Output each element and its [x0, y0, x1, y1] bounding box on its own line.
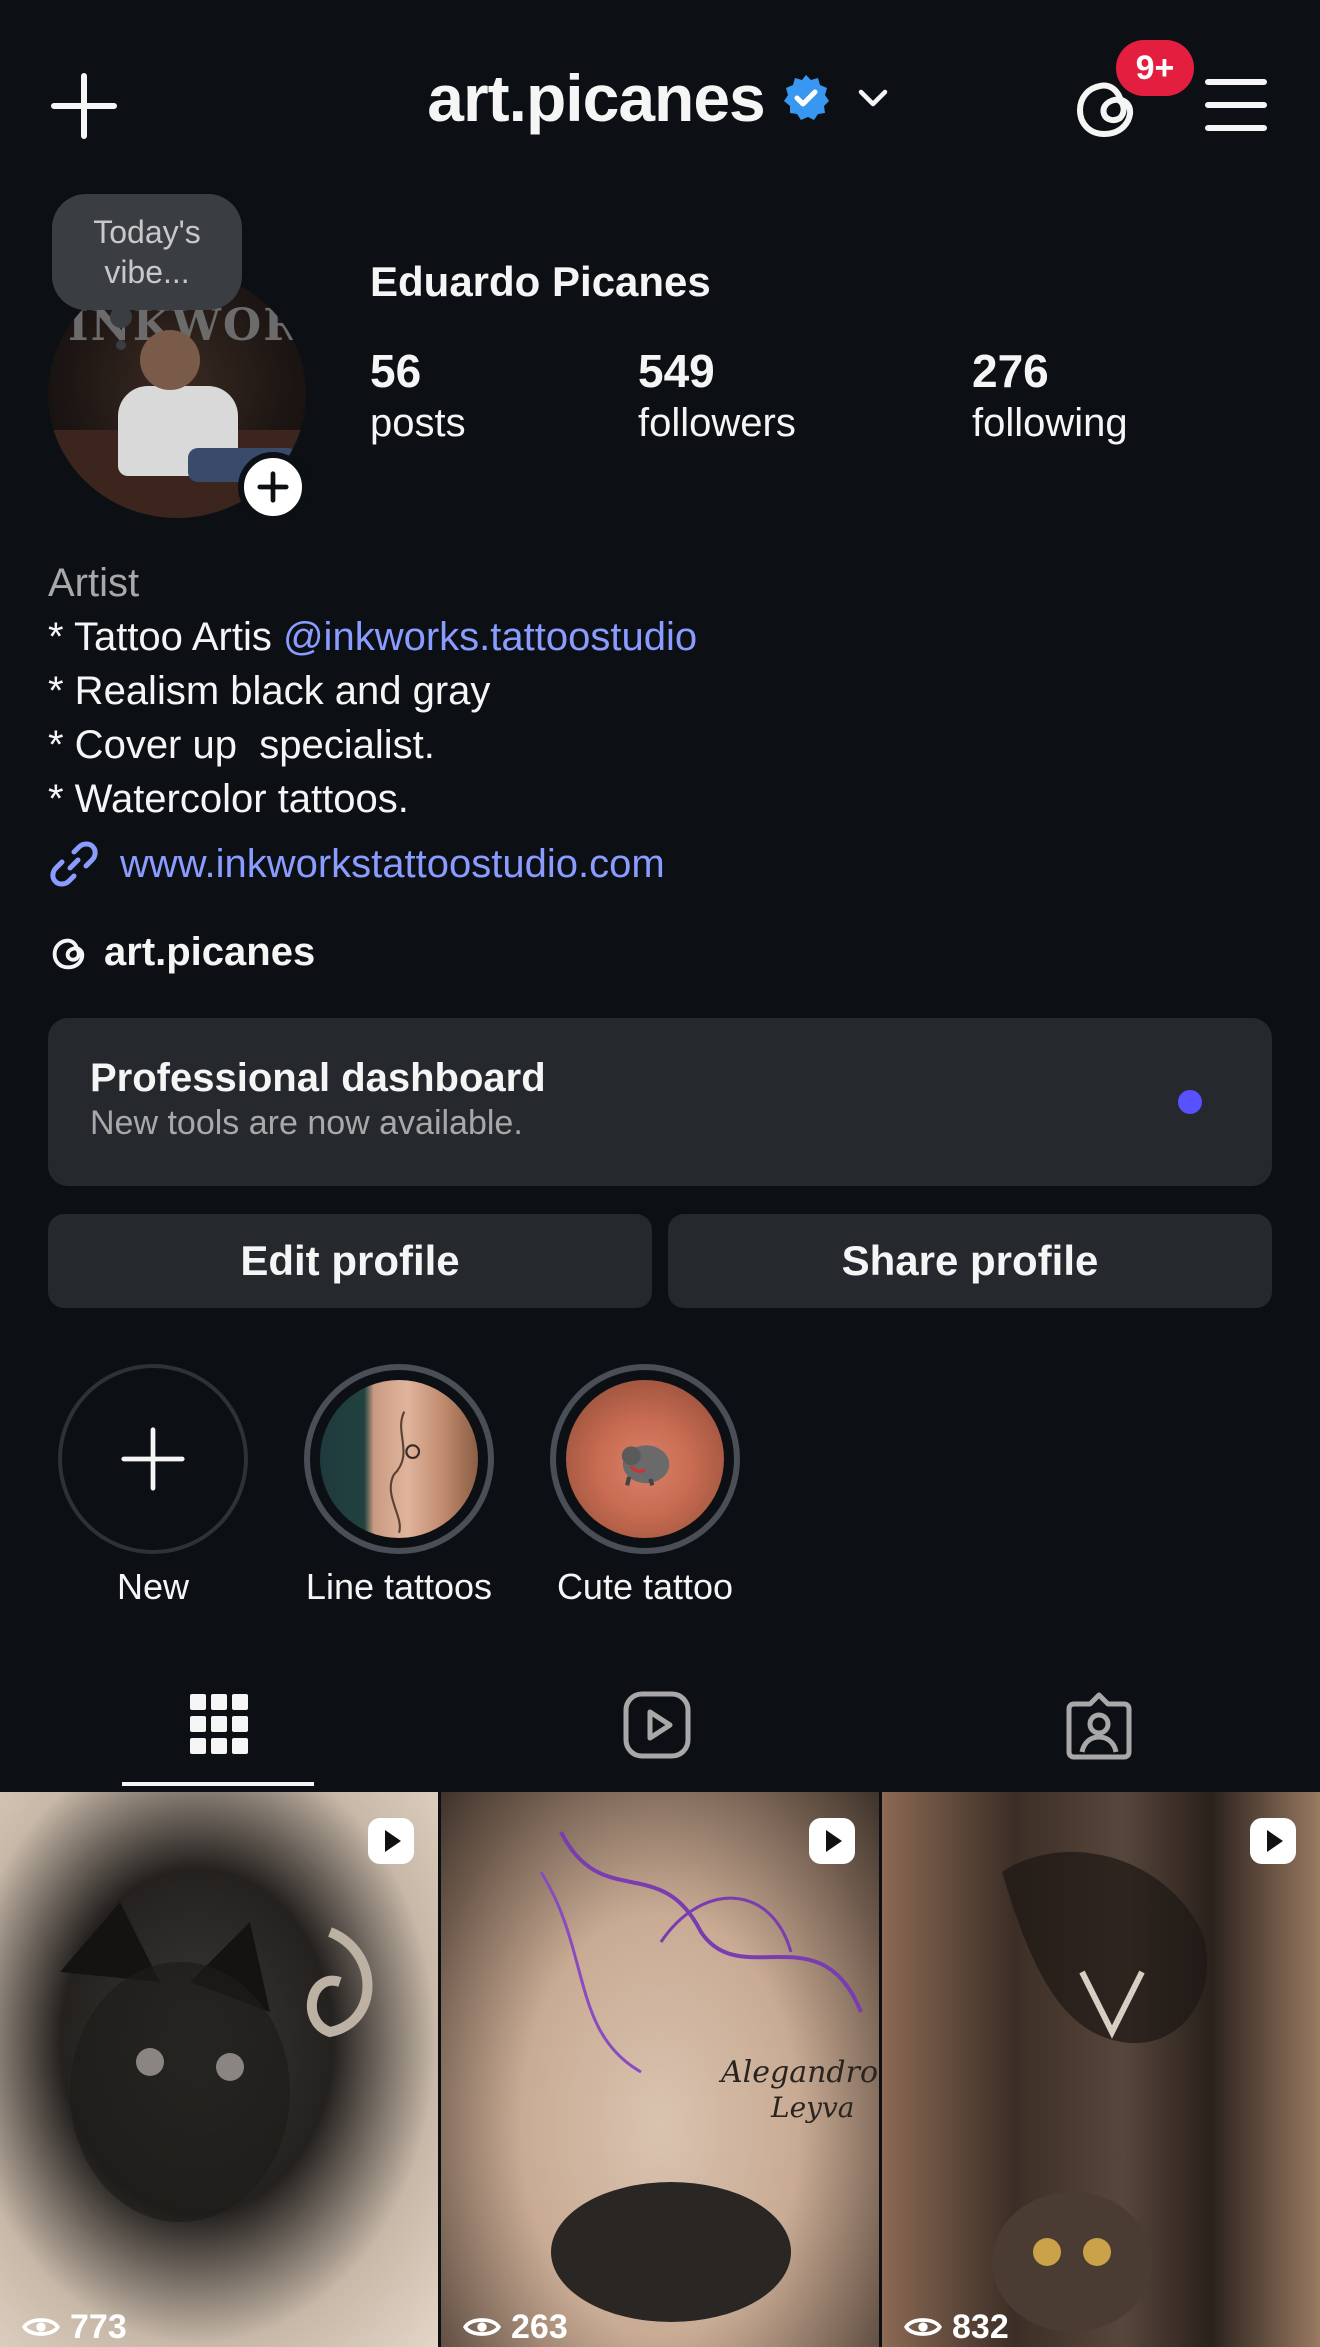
grid-post[interactable]: 832	[882, 1792, 1320, 2347]
view-count: 263	[463, 2307, 568, 2347]
website-link-text: www.inkworkstattoostudio.com	[120, 841, 665, 886]
link-icon	[50, 841, 98, 887]
tab-reels[interactable]	[622, 1690, 692, 1760]
view-count-text: 832	[952, 2307, 1009, 2346]
stat-label: following	[972, 401, 1128, 445]
reel-icon	[807, 1816, 857, 1866]
note-bubble-tail	[116, 340, 126, 350]
post-thumbnail: Alegandro Leyva	[441, 1792, 879, 2347]
avatar-person-head	[140, 330, 200, 390]
menu-icon[interactable]	[1204, 76, 1268, 134]
plus-icon	[121, 1427, 185, 1491]
bio-line: * Tattoo Artis @inkworks.tattoostudio	[48, 610, 697, 664]
new-highlight-circle	[58, 1364, 248, 1554]
view-count-text: 263	[511, 2307, 568, 2346]
stat-label: posts	[370, 401, 466, 445]
tagged-icon	[1066, 1692, 1132, 1760]
dashboard-subtitle: New tools are now available.	[90, 1104, 523, 1142]
threads-icon	[52, 938, 85, 969]
view-count: 773	[22, 2307, 127, 2347]
highlight-new[interactable]: New	[58, 1364, 248, 1608]
view-count: 832	[904, 2307, 1009, 2347]
plus-icon	[257, 471, 289, 503]
chevron-down-icon[interactable]	[853, 78, 893, 118]
highlight-cover-image	[320, 1380, 478, 1538]
highlight-ring	[550, 1364, 740, 1554]
notification-badge: 9+	[1116, 40, 1194, 96]
bio-line: * Watercolor tattoos.	[48, 777, 409, 821]
edit-profile-button[interactable]: Edit profile	[48, 1214, 652, 1308]
stat-followers[interactable]: 549 followers	[638, 344, 796, 448]
bio-line: * Realism black and gray	[48, 669, 491, 713]
share-profile-button[interactable]: Share profile	[668, 1214, 1272, 1308]
note-text: Today's vibe...	[93, 214, 201, 290]
bio-line: * Cover up specialist.	[48, 723, 435, 767]
verified-badge-icon	[781, 73, 831, 123]
eye-icon	[22, 2318, 60, 2336]
bio-category: Artist	[48, 561, 140, 605]
highlight-label: Line tattoos	[305, 1566, 493, 1607]
bio: Artist * Tattoo Artis @inkworks.tattoost…	[48, 556, 697, 826]
note-bubble[interactable]: Today's vibe...	[52, 194, 242, 310]
threads-handle: art.picanes	[104, 930, 316, 974]
stat-value: 276	[972, 345, 1049, 397]
stat-posts[interactable]: 56 posts	[370, 344, 466, 448]
threads-profile-link[interactable]: art.picanes	[48, 930, 315, 975]
svg-text:Alegandro: Alegandro	[718, 2055, 878, 2090]
stat-value: 549	[638, 345, 715, 397]
stat-following[interactable]: 276 following	[972, 344, 1128, 448]
full-name: Eduardo Picanes	[370, 258, 711, 305]
reels-icon	[623, 1691, 691, 1759]
bio-line-text: * Tattoo Artis	[48, 615, 283, 659]
dashboard-title: Professional dashboard	[90, 1056, 546, 1100]
eye-icon	[463, 2318, 501, 2336]
profile-username: art.picanes	[427, 61, 765, 135]
grid-post[interactable]: 773	[0, 1792, 438, 2347]
eye-icon	[904, 2318, 942, 2336]
svg-text:Leyva: Leyva	[770, 2091, 855, 2124]
grid-post[interactable]: Alegandro Leyva 263	[441, 1792, 879, 2347]
new-indicator-dot	[1178, 1090, 1202, 1114]
highlight-cute-tattoo[interactable]: Cute tattoo	[550, 1364, 740, 1608]
website-link[interactable]: www.inkworkstattoostudio.com	[48, 838, 665, 890]
tab-tagged[interactable]	[1064, 1690, 1134, 1760]
reel-icon	[366, 1816, 416, 1866]
active-tab-indicator	[122, 1782, 314, 1786]
highlight-cover-image	[566, 1380, 724, 1538]
highlight-ring	[304, 1364, 494, 1554]
highlight-label: New	[116, 1566, 190, 1607]
post-thumbnail	[882, 1792, 1320, 2347]
bio-mention-link[interactable]: @inkworks.tattoostudio	[283, 615, 697, 659]
stat-label: followers	[638, 401, 796, 445]
view-count-text: 773	[70, 2307, 127, 2346]
stat-value: 56	[370, 345, 422, 397]
highlight-label: Cute tattoo	[556, 1566, 734, 1607]
add-story-button[interactable]	[238, 452, 308, 522]
highlight-line-tattoos[interactable]: Line tattoos	[304, 1364, 494, 1608]
professional-dashboard[interactable]: Professional dashboard New tools are now…	[48, 1018, 1272, 1186]
reel-icon	[1248, 1816, 1298, 1866]
tab-posts-grid[interactable]	[184, 1690, 254, 1760]
grid-icon	[190, 1694, 248, 1754]
post-thumbnail	[0, 1792, 438, 2347]
